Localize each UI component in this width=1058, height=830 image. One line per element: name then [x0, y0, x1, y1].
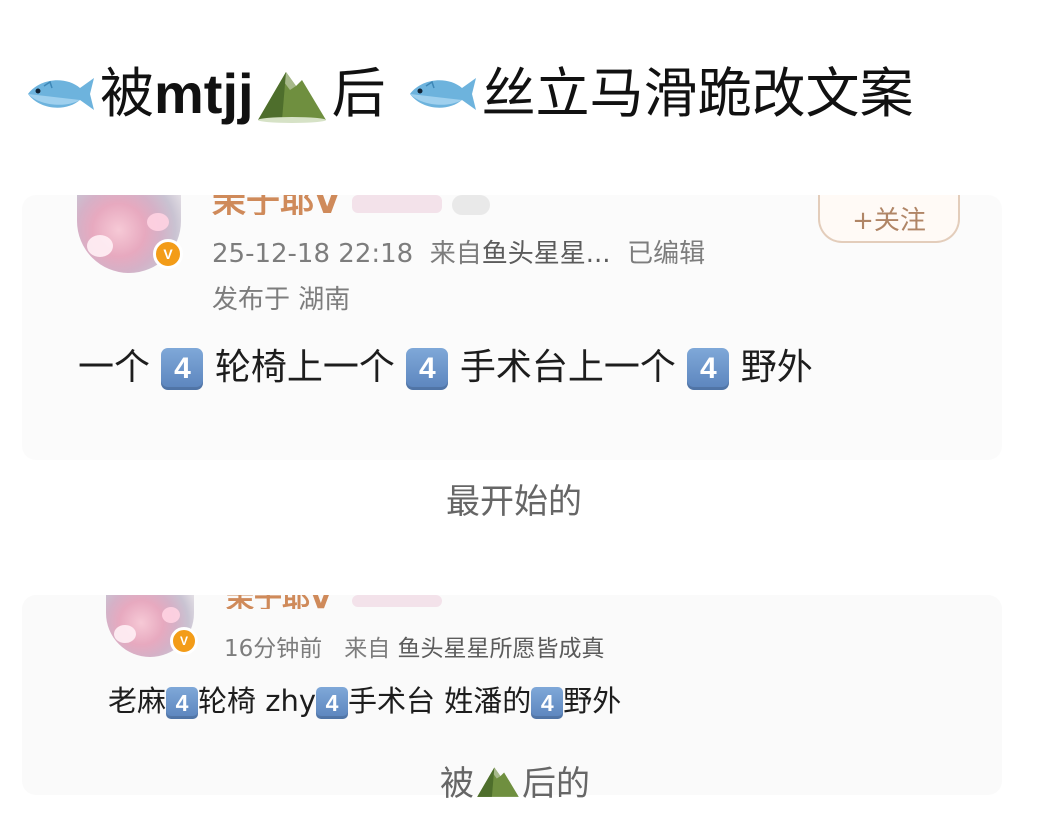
post-text-segment: 轮椅 zhy — [198, 684, 316, 718]
caption-suffix: 后的 — [522, 764, 590, 804]
post-meta: 25-12-18 22:18 来自鱼头星星... 已编辑 — [212, 233, 705, 270]
fish-icon — [409, 78, 476, 110]
post-text-segment: 老麻 — [108, 684, 167, 718]
username-cut: 茉于耶V — [212, 195, 341, 215]
keycap-four-icon: 4 — [166, 687, 199, 719]
post-location: 发布于 湖南 — [212, 285, 351, 315]
keycap-four-icon: 4 — [406, 348, 449, 390]
post-text: 一个 4 轮椅上一个 4 手术台上一个 4 野外 — [78, 343, 813, 393]
post-text-segment: 一个 — [78, 347, 151, 388]
verified-badge-icon: V — [153, 239, 183, 269]
panda-icon — [452, 195, 490, 215]
mountain-icon — [477, 767, 519, 797]
caption-prefix: 被 — [440, 764, 474, 804]
source-link[interactable]: 鱼头星星所愿皆成真 — [398, 636, 605, 662]
caption-original: 最开始的 — [446, 482, 582, 522]
username-cut: 茉于耶V — [226, 595, 332, 609]
keycap-four-icon: 4 — [687, 348, 730, 390]
keycap-four-icon: 4 — [161, 348, 204, 390]
post-text-segment: 手术台 姓潘的 — [348, 684, 532, 718]
post-meta: 16分钟前 来自 鱼头星星所愿皆成真 — [224, 629, 605, 663]
fish-icon — [28, 78, 94, 110]
username-badge-decoration — [352, 595, 442, 607]
post-text-segment: 野外 — [563, 684, 622, 718]
username-badge-decoration — [352, 195, 442, 213]
avatar[interactable]: V — [106, 595, 198, 657]
post-text: 老麻 4 轮椅 zhy 4 手术台 姓潘的 4 野外 — [108, 681, 621, 721]
post-timestamp: 25-12-18 22:18 — [212, 239, 414, 269]
post-text-segment: 野外 — [740, 347, 813, 388]
title-latin: mtjj — [154, 62, 254, 125]
avatar[interactable]: V — [77, 195, 183, 273]
caption-edited: 被 后的 — [440, 756, 590, 805]
mountain-icon — [257, 72, 326, 123]
title-text-2: 后 — [331, 62, 386, 125]
keycap-four-icon: 4 — [316, 687, 348, 719]
page-title: 被 mtjj 后 丝立马滑跪改文案 — [22, 58, 914, 130]
title-text-3: 丝立马滑跪改文案 — [481, 62, 914, 125]
source-prefix: 来自 — [344, 636, 391, 662]
edited-label: 已编辑 — [627, 239, 706, 269]
follow-button[interactable]: +关注 — [818, 195, 960, 243]
verified-badge-icon: V — [170, 627, 198, 655]
keycap-four-icon: 4 — [531, 687, 564, 719]
post-time: 16分钟前 — [224, 636, 323, 662]
post-screenshot-original: 茉于耶V V 25-12-18 22:18 来自鱼头星星... 已编辑 发布于 … — [22, 195, 1002, 460]
source-link[interactable]: 鱼头星星... — [482, 239, 611, 269]
post-text-segment: 轮椅上一个 — [214, 347, 395, 388]
source-prefix: 来自 — [429, 239, 482, 269]
post-text-segment: 手术台上一个 — [459, 347, 676, 388]
title-text-1: 被 — [100, 62, 154, 125]
